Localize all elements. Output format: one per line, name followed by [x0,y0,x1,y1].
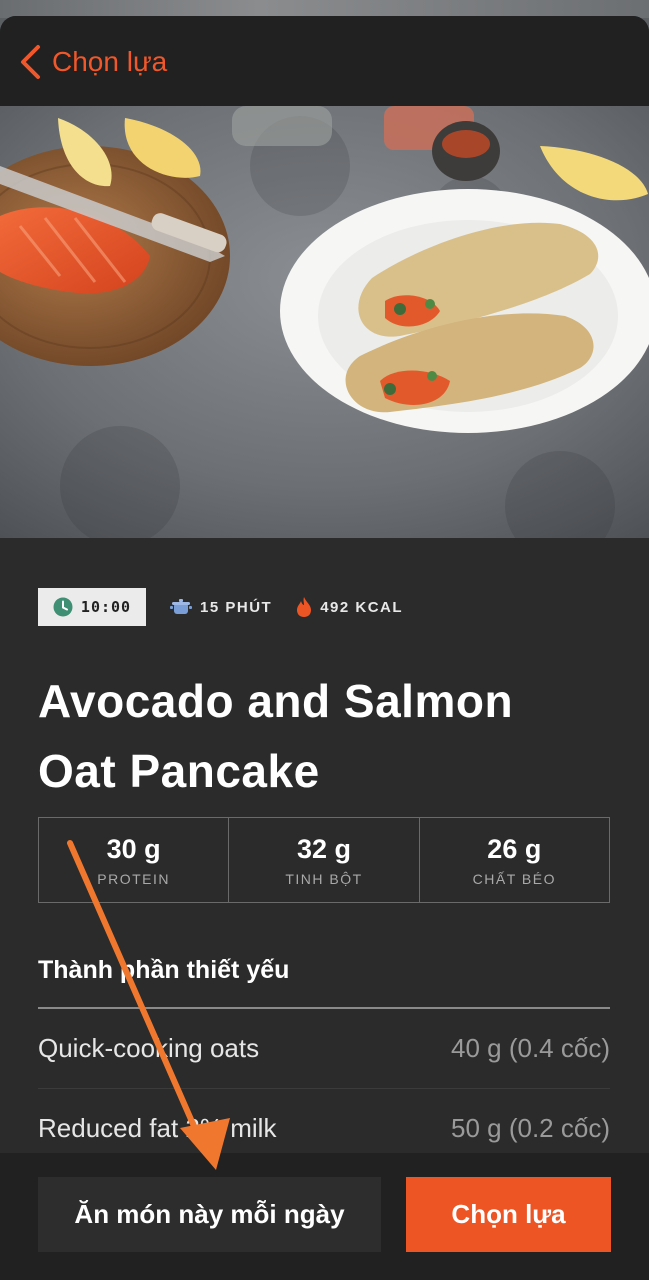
macro-value: 26 g [487,834,542,864]
meal-time-chip[interactable]: 10:00 [38,588,146,626]
macro-carbs: 32 g TINH BỘT [229,818,420,902]
chevron-left-icon [21,45,40,79]
ingredient-row: Quick-cooking oats 40 g (0.4 cốc) [38,1009,610,1089]
flame-icon [297,597,312,617]
nav-bar: Chọn lựa [0,16,649,106]
recipe-title-line-2: Oat Pancake [38,745,320,797]
recipe-stats: 10:00 15 PHÚT 492 KCAL [38,588,403,626]
macro-label: TINH BỘT [285,871,363,887]
pot-icon [170,599,192,614]
macro-protein: 30 g PROTEIN [39,818,230,902]
ingredient-name: Reduced fat 2% milk [38,1113,277,1143]
back-button[interactable]: Chọn lựa [18,40,167,84]
macro-value: 30 g [106,834,161,864]
macro-table: 30 g PROTEIN 32 g TINH BỘT 26 g CHẤT BÉO [38,817,610,903]
ingredient-quantity: 50 g (0.2 cốc) [451,1113,610,1143]
ingredients-heading: Thành phần thiết yếu [38,956,290,984]
cook-duration-label: 15 PHÚT [200,598,273,616]
eat-daily-button[interactable]: Ăn món này mỗi ngày [38,1177,381,1252]
action-bar: Ăn món này mỗi ngày Chọn lựa [0,1153,649,1280]
cook-duration: 15 PHÚT [170,597,272,617]
macro-fat: 26 g CHẤT BÉO [420,818,609,902]
macro-label: PROTEIN [97,871,171,887]
back-label: Chọn lựa [52,46,168,77]
recipe-sheet: Chọn lựa 10:00 15 PHÚT 492 KCAL Avocado … [0,16,649,1280]
calories: 492 KCAL [296,596,403,618]
recipe-title-line-1: Avocado and Salmon [38,675,514,727]
calories-label: 492 KCAL [320,598,404,616]
clock-icon [53,597,73,617]
ingredient-name: Quick-cooking oats [38,1033,260,1063]
recipe-title: Avocado and Salmon Oat Pancake [38,666,618,806]
meal-time: 10:00 [80,598,132,616]
macro-label: CHẤT BÉO [472,871,556,887]
recipe-hero-image [0,106,649,538]
macro-value: 32 g [296,834,351,864]
choose-button[interactable]: Chọn lựa [406,1177,611,1252]
ingredient-quantity: 40 g (0.4 cốc) [451,1033,610,1063]
food-photo [0,106,649,538]
